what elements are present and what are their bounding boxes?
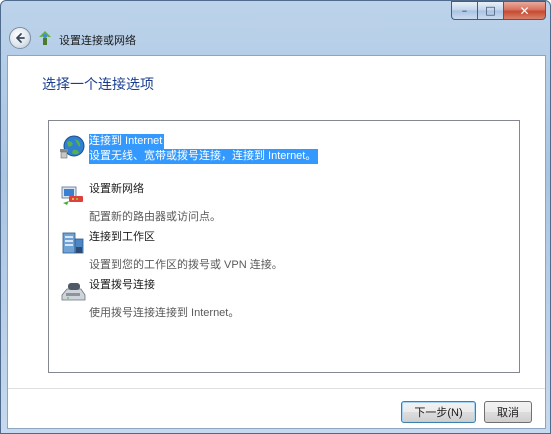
connection-options-list: 连接到 Internet 设置无线、宽带或拨号连接，连接到 Internet。 … (48, 120, 520, 373)
option-title: 设置新网络 (89, 183, 144, 195)
back-button[interactable] (9, 27, 31, 49)
option-title: 设置拨号连接 (89, 279, 155, 291)
page-heading: 选择一个连接选项 (42, 76, 154, 92)
workplace-connection-icon (62, 232, 84, 254)
option-description: 设置到您的工作区的拨号或 VPN 连接。 (89, 259, 283, 271)
option-description: 设置无线、宽带或拨号连接，连接到 Internet。 (89, 149, 319, 164)
maximize-button[interactable]: □ (477, 1, 503, 20)
cancel-button[interactable]: 取消 (484, 401, 532, 423)
option-description: 配置新的路由器或访问点。 (89, 211, 221, 223)
title-bar: – □ ✕ (1, 1, 551, 25)
option-connect-workplace[interactable]: 连接到工作区 设置到您的工作区的拨号或 VPN 连接。 (53, 225, 515, 271)
next-button[interactable]: 下一步(N) (401, 401, 476, 423)
option-new-network[interactable]: 设置新网络 配置新的路由器或访问点。 (53, 177, 515, 223)
navigation-bar: 设置连接或网络 (7, 25, 546, 55)
option-connect-internet[interactable]: 连接到 Internet 设置无线、宽带或拨号连接，连接到 Internet。 (53, 129, 515, 171)
option-description: 使用拨号连接连接到 Internet。 (89, 307, 240, 319)
option-title: 连接到工作区 (89, 231, 155, 243)
option-dialup[interactable]: 设置拨号连接 使用拨号连接连接到 Internet。 (53, 273, 515, 319)
window-frame: – □ ✕ 设置连接或网络 选择一个连接选项 连接到 Internet 设置无线… (0, 0, 551, 434)
minimize-button[interactable]: – (451, 1, 477, 20)
dialup-modem-icon (61, 283, 86, 301)
wizard-content: 选择一个连接选项 连接到 Internet 设置无线、宽带或拨号连接，连接到 I… (7, 55, 546, 429)
back-arrow-icon (16, 33, 25, 43)
router-setup-icon (61, 186, 83, 205)
window-title: 设置连接或网络 (59, 35, 136, 47)
caption-buttons: – □ ✕ (451, 1, 546, 20)
option-title: 连接到 Internet (89, 134, 165, 149)
close-button[interactable]: ✕ (503, 1, 546, 20)
footer-divider (8, 388, 545, 389)
network-wizard-icon (39, 31, 51, 45)
globe-network-icon (60, 135, 85, 159)
